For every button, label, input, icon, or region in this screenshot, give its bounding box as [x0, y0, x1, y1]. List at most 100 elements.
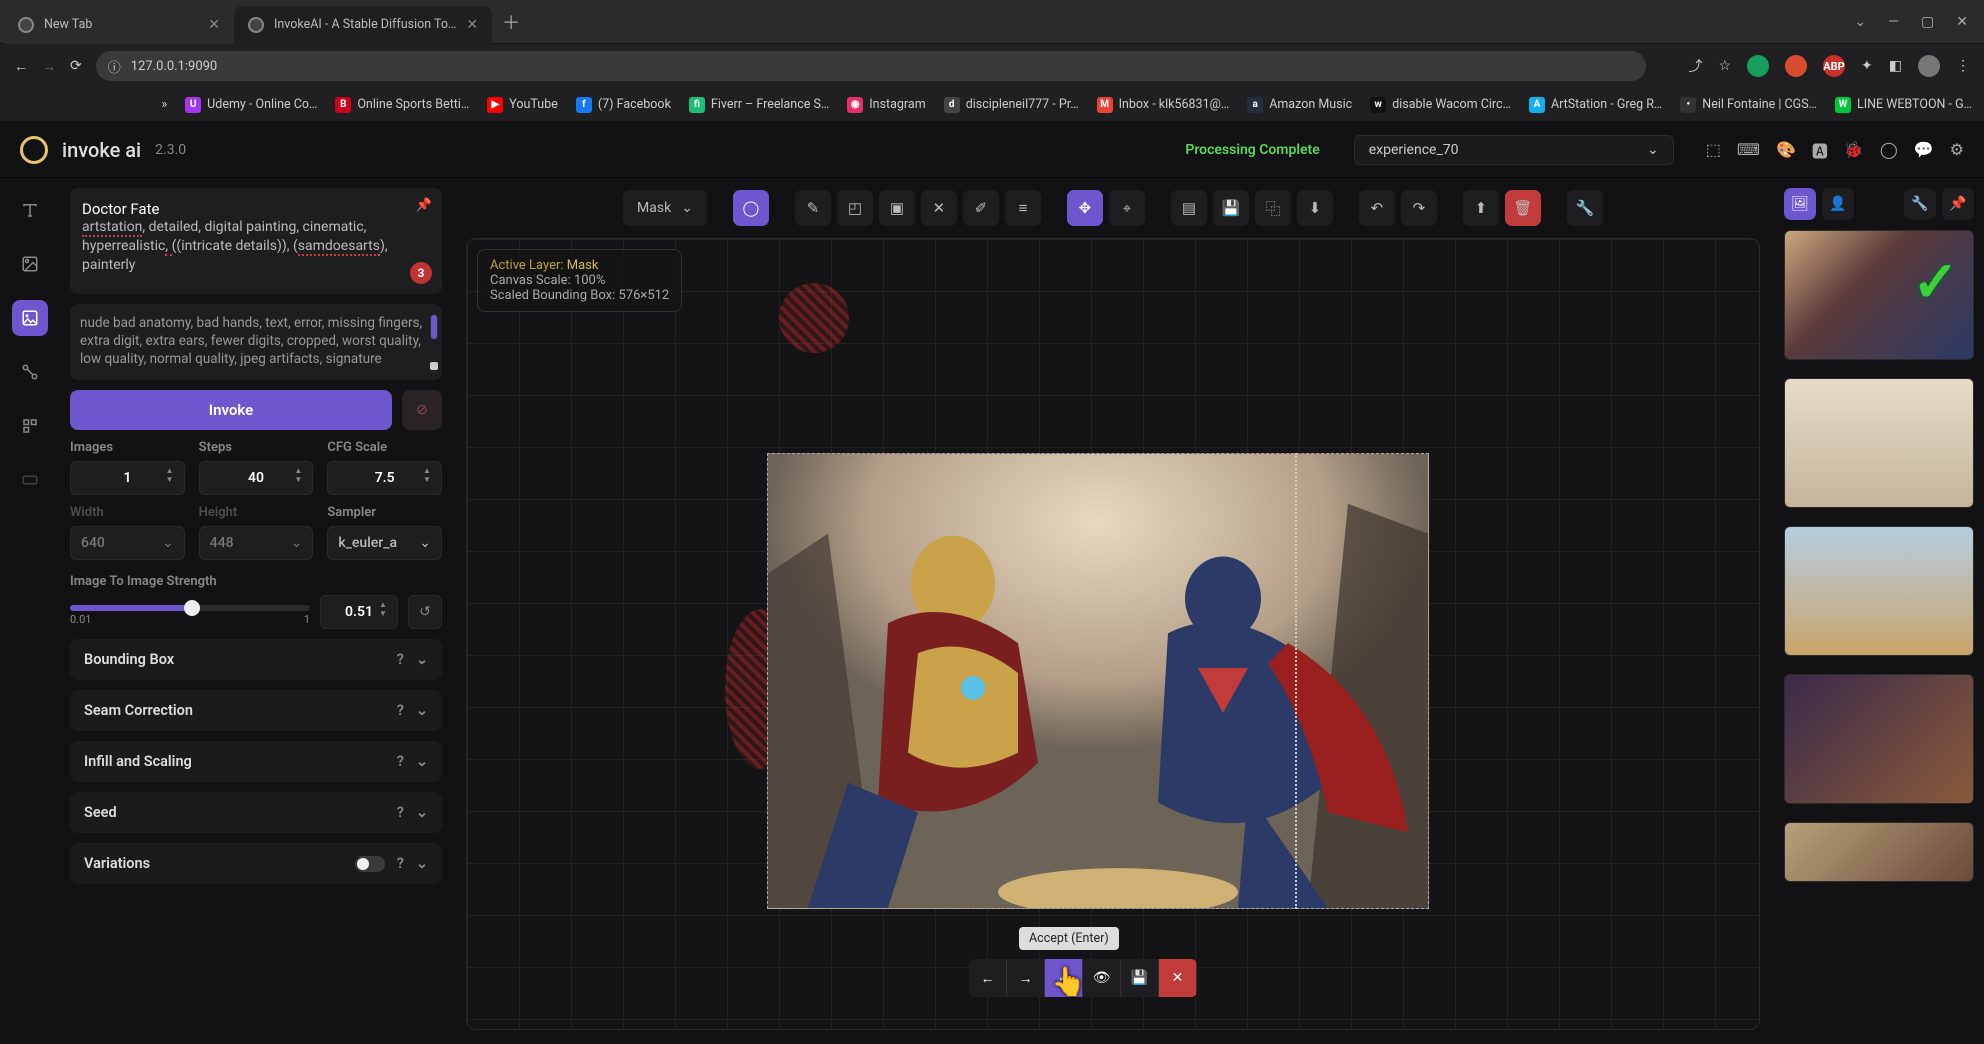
maximize-icon[interactable]: ▢: [1921, 14, 1934, 30]
color-picker-tool[interactable]: ✐: [963, 190, 999, 226]
help-icon[interactable]: ?: [397, 855, 404, 872]
clear-tool[interactable]: ✕: [921, 190, 957, 226]
brush-tool[interactable]: ✎: [795, 190, 831, 226]
cancel-button[interactable]: ⊘: [402, 390, 442, 430]
browser-tab-active[interactable]: InvokeAI - A Stable Diffusion To… ✕: [234, 6, 492, 44]
stage-toggle-view-button[interactable]: 👁: [1083, 959, 1121, 997]
bookmark-item[interactable]: AArtStation - Greg R…: [1529, 97, 1662, 113]
chevron-down-icon[interactable]: ⌄: [1854, 14, 1866, 30]
pin-icon[interactable]: 📌: [416, 198, 432, 213]
seam-correction-accordion[interactable]: Seam Correction ?⌄: [70, 690, 442, 731]
new-tab-button[interactable]: ＋: [502, 9, 520, 35]
gallery-thumb-selected[interactable]: ✓: [1784, 230, 1974, 360]
canvas-tab[interactable]: [12, 300, 48, 336]
undo-icon[interactable]: ↶: [1359, 190, 1395, 226]
move-tool[interactable]: ✥: [1067, 190, 1103, 226]
i2i-strength-input[interactable]: 0.51▲▼: [320, 595, 398, 629]
bounding-box-accordion[interactable]: Bounding Box ?⌄: [70, 639, 442, 680]
stage-prev-button[interactable]: ←: [969, 959, 1007, 997]
brush-circle-tool[interactable]: ◯: [733, 190, 769, 226]
gallery-user-tab[interactable]: 👤: [1822, 188, 1854, 220]
sampler-select[interactable]: k_euler_a⌄: [327, 526, 442, 560]
stage-save-button[interactable]: 💾: [1121, 959, 1159, 997]
brush-options[interactable]: ≡: [1005, 190, 1041, 226]
back-icon[interactable]: ←: [14, 58, 28, 75]
browser-tab-inactive[interactable]: New Tab ✕: [4, 6, 234, 44]
download-icon[interactable]: ⬇: [1297, 190, 1333, 226]
bookmark-item[interactable]: ddiscipleneil777 - Pr…: [944, 97, 1079, 113]
variations-toggle[interactable]: [355, 856, 385, 872]
bounding-box-outline[interactable]: [767, 453, 1297, 909]
stage-discard-button[interactable]: ✕: [1159, 959, 1197, 997]
img2img-tab[interactable]: [12, 246, 48, 282]
reload-icon[interactable]: ⟳: [70, 58, 82, 74]
bookmarks-overflow-icon[interactable]: »: [161, 97, 167, 112]
profile-avatar[interactable]: [1918, 55, 1940, 77]
forward-icon[interactable]: →: [42, 58, 56, 75]
extension-icon[interactable]: ABP: [1823, 55, 1845, 77]
bookmark-item[interactable]: f(7) Facebook: [576, 97, 671, 113]
delete-icon[interactable]: 🗑: [1505, 190, 1541, 226]
language-icon[interactable]: 🅰: [1812, 138, 1828, 162]
stepper-icon[interactable]: ▲▼: [423, 466, 435, 490]
model-select[interactable]: experience_70 ⌄: [1354, 135, 1674, 165]
bookmark-item[interactable]: fiFiverr – Freelance S…: [689, 97, 829, 113]
bookmark-item[interactable]: ▶YouTube: [487, 97, 558, 113]
settings-icon[interactable]: ⚙: [1950, 140, 1964, 159]
menu-icon[interactable]: ⋮: [1956, 58, 1970, 74]
txt2img-tab[interactable]: [12, 192, 48, 228]
reset-button[interactable]: ↺: [408, 595, 442, 629]
postprocess-tab[interactable]: [12, 408, 48, 444]
width-select[interactable]: 640⌄: [70, 526, 185, 560]
close-icon[interactable]: ✕: [208, 17, 220, 33]
bookmark-item[interactable]: •Neil Fontaine | CGS…: [1680, 97, 1817, 113]
i2i-strength-slider[interactable]: [70, 605, 310, 611]
cube-icon[interactable]: ⬚: [1706, 140, 1721, 159]
copy-icon[interactable]: ⿻: [1255, 190, 1291, 226]
keyboard-icon[interactable]: ⌨: [1737, 140, 1760, 159]
reset-view[interactable]: ⌖: [1109, 190, 1145, 226]
infill-scaling-accordion[interactable]: Infill and Scaling ?⌄: [70, 741, 442, 782]
palette-icon[interactable]: 🎨: [1776, 140, 1796, 159]
gallery-thumb[interactable]: [1784, 526, 1974, 656]
bookmark-item[interactable]: MInbox - klk56831@…: [1097, 97, 1230, 113]
stepper-icon[interactable]: ▲▼: [294, 466, 306, 490]
extensions-icon[interactable]: ✦: [1861, 58, 1873, 74]
bookmark-item[interactable]: ◉Instagram: [847, 97, 925, 113]
fill-tool[interactable]: ▣: [879, 190, 915, 226]
gallery-images-tab[interactable]: 🖼: [1784, 188, 1816, 220]
invoke-button[interactable]: Invoke: [70, 390, 392, 430]
share-icon[interactable]: ⤴: [1688, 56, 1702, 76]
stepper-icon[interactable]: ▲▼: [379, 600, 391, 624]
gallery-pin-icon[interactable]: 📌: [1942, 188, 1974, 220]
seed-accordion[interactable]: Seed ?⌄: [70, 792, 442, 833]
bookmark-item[interactable]: UUdemy - Online Co…: [185, 97, 317, 113]
bookmark-item[interactable]: wdisable Wacom Circ…: [1370, 97, 1511, 113]
gallery-thumb[interactable]: [1784, 822, 1974, 882]
close-window-icon[interactable]: ✕: [1956, 14, 1968, 30]
stepper-icon[interactable]: ▲▼: [166, 466, 178, 490]
discord-icon[interactable]: 💬: [1914, 140, 1934, 159]
minimize-icon[interactable]: —: [1888, 14, 1899, 30]
height-select[interactable]: 448⌄: [199, 526, 314, 560]
info-icon[interactable]: ⓘ: [108, 57, 121, 76]
canvas[interactable]: Active Layer: Mask Canvas Scale: 100% Sc…: [466, 238, 1760, 1030]
help-icon[interactable]: ?: [397, 702, 404, 719]
scrollbar[interactable]: [430, 314, 438, 370]
bookmark-item[interactable]: BOnline Sports Betti…: [335, 97, 469, 113]
variations-accordion[interactable]: Variations ?⌄: [70, 843, 442, 884]
extension-icon[interactable]: [1785, 55, 1807, 77]
upload-icon[interactable]: ⬆: [1463, 190, 1499, 226]
address-bar[interactable]: ⓘ 127.0.0.1:9090: [96, 51, 1646, 81]
training-tab[interactable]: [12, 462, 48, 498]
bookmark-item[interactable]: aAmazon Music: [1247, 97, 1352, 113]
gallery-thumb[interactable]: [1784, 674, 1974, 804]
layer-select[interactable]: Mask⌄: [623, 190, 707, 226]
layers-icon[interactable]: ▤: [1171, 190, 1207, 226]
stage-next-button[interactable]: →: [1007, 959, 1045, 997]
positive-prompt[interactable]: 📌 Doctor Fate artstation, detailed, digi…: [70, 188, 442, 294]
eraser-tool[interactable]: ◰: [837, 190, 873, 226]
cfg-input[interactable]: 7.5▲▼: [327, 461, 442, 495]
help-icon[interactable]: ?: [397, 804, 404, 821]
github-icon[interactable]: ◯: [1880, 140, 1898, 159]
